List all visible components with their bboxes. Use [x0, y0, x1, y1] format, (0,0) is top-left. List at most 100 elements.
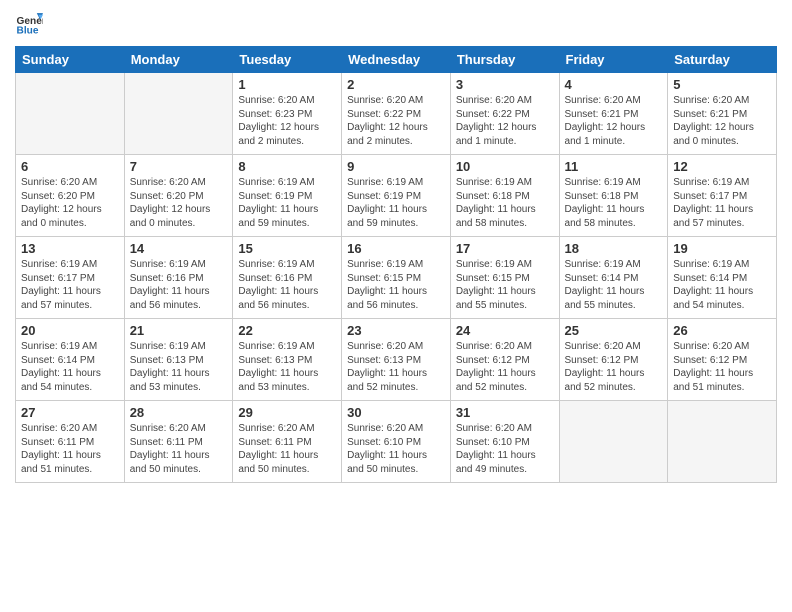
day-info: Sunrise: 6:19 AM Sunset: 6:15 PM Dayligh… — [456, 258, 554, 312]
day-number: 4 — [565, 77, 663, 92]
day-cell: 19Sunrise: 6:19 AM Sunset: 6:14 PM Dayli… — [668, 237, 777, 319]
day-number: 15 — [238, 241, 336, 256]
week-row-4: 20 Sunrise: 6:19 AM Sunset: 6:14 PM Dayli… — [16, 319, 777, 401]
day-info: Sunrise: 6:19 AM Sunset: 6:14 PM Dayligh… — [21, 340, 119, 394]
day-info: Sunrise: 6:20 AM Sunset: 6:12 PM Dayligh… — [565, 340, 663, 394]
day-info: Sunrise: 6:20 AM Sunset: 6:11 PM Dayligh… — [21, 422, 119, 476]
day-number: 19 — [673, 241, 771, 256]
week-row-5: 27Sunrise: 6:20 AM Sunset: 6:11 PM Dayli… — [16, 401, 777, 483]
day-info: Sunrise: 6:19 AM Sunset: 6:15 PM Dayligh… — [347, 258, 445, 312]
day-info: Sunrise: 6:19 AM Sunset: 6:16 PM Dayligh… — [238, 258, 336, 312]
day-cell — [124, 73, 233, 155]
weekday-header-row: SundayMondayTuesdayWednesdayThursdayFrid… — [16, 47, 777, 73]
weekday-saturday: Saturday — [668, 47, 777, 73]
day-info: Sunrise: 6:20 AM Sunset: 6:13 PM Dayligh… — [347, 340, 445, 394]
day-number: 18 — [565, 241, 663, 256]
day-info: Sunrise: 6:19 AM Sunset: 6:18 PM Dayligh… — [565, 176, 663, 230]
day-info: Sunrise: 6:20 AM Sunset: 6:11 PM Dayligh… — [130, 422, 228, 476]
day-cell: 15 Sunrise: 6:19 AM Sunset: 6:16 PM Dayli… — [233, 237, 342, 319]
day-cell: 4 Sunrise: 6:20 AM Sunset: 6:21 PM Daylig… — [559, 73, 668, 155]
day-cell: 30 Sunrise: 6:20 AM Sunset: 6:10 PM Dayli… — [342, 401, 451, 483]
day-info: Sunrise: 6:20 AM Sunset: 6:12 PM Dayligh… — [456, 340, 554, 394]
week-row-3: 13 Sunrise: 6:19 AM Sunset: 6:17 PM Dayli… — [16, 237, 777, 319]
day-cell: 27Sunrise: 6:20 AM Sunset: 6:11 PM Dayli… — [16, 401, 125, 483]
weekday-thursday: Thursday — [450, 47, 559, 73]
day-info: Sunrise: 6:20 AM Sunset: 6:12 PM Dayligh… — [673, 340, 771, 394]
day-cell: 2Sunrise: 6:20 AM Sunset: 6:22 PM Daylig… — [342, 73, 451, 155]
day-cell: 11 Sunrise: 6:19 AM Sunset: 6:18 PM Dayli… — [559, 155, 668, 237]
weekday-sunday: Sunday — [16, 47, 125, 73]
day-cell: 24 Sunrise: 6:20 AM Sunset: 6:12 PM Dayli… — [450, 319, 559, 401]
day-cell: 28 Sunrise: 6:20 AM Sunset: 6:11 PM Dayli… — [124, 401, 233, 483]
day-number: 16 — [347, 241, 445, 256]
day-number: 29 — [238, 405, 336, 420]
day-info: Sunrise: 6:20 AM Sunset: 6:20 PM Dayligh… — [21, 176, 119, 230]
day-info: Sunrise: 6:19 AM Sunset: 6:13 PM Dayligh… — [238, 340, 336, 394]
day-cell: 25Sunrise: 6:20 AM Sunset: 6:12 PM Dayli… — [559, 319, 668, 401]
day-number: 22 — [238, 323, 336, 338]
day-number: 31 — [456, 405, 554, 420]
day-number: 8 — [238, 159, 336, 174]
weekday-monday: Monday — [124, 47, 233, 73]
day-info: Sunrise: 6:19 AM Sunset: 6:13 PM Dayligh… — [130, 340, 228, 394]
calendar-body: 1Sunrise: 6:20 AM Sunset: 6:23 PM Daylig… — [16, 73, 777, 483]
weekday-tuesday: Tuesday — [233, 47, 342, 73]
day-info: Sunrise: 6:19 AM Sunset: 6:17 PM Dayligh… — [673, 176, 771, 230]
day-cell: 6 Sunrise: 6:20 AM Sunset: 6:20 PM Daylig… — [16, 155, 125, 237]
svg-text:Blue: Blue — [17, 25, 39, 36]
day-cell: 10 Sunrise: 6:19 AM Sunset: 6:18 PM Dayli… — [450, 155, 559, 237]
day-info: Sunrise: 6:20 AM Sunset: 6:11 PM Dayligh… — [238, 422, 336, 476]
day-number: 9 — [347, 159, 445, 174]
day-cell: 18Sunrise: 6:19 AM Sunset: 6:14 PM Dayli… — [559, 237, 668, 319]
day-info: Sunrise: 6:19 AM Sunset: 6:17 PM Dayligh… — [21, 258, 119, 312]
day-number: 24 — [456, 323, 554, 338]
day-number: 12 — [673, 159, 771, 174]
day-cell — [16, 73, 125, 155]
day-number: 14 — [130, 241, 228, 256]
weekday-wednesday: Wednesday — [342, 47, 451, 73]
day-cell: 31 Sunrise: 6:20 AM Sunset: 6:10 PM Dayli… — [450, 401, 559, 483]
day-number: 5 — [673, 77, 771, 92]
day-info: Sunrise: 6:19 AM Sunset: 6:18 PM Dayligh… — [456, 176, 554, 230]
day-cell: 23 Sunrise: 6:20 AM Sunset: 6:13 PM Dayli… — [342, 319, 451, 401]
day-number: 26 — [673, 323, 771, 338]
day-info: Sunrise: 6:19 AM Sunset: 6:19 PM Dayligh… — [347, 176, 445, 230]
day-cell: 12 Sunrise: 6:19 AM Sunset: 6:17 PM Dayli… — [668, 155, 777, 237]
day-cell: 20 Sunrise: 6:19 AM Sunset: 6:14 PM Dayli… — [16, 319, 125, 401]
logo: General Blue — [15, 10, 47, 38]
day-cell: 26 Sunrise: 6:20 AM Sunset: 6:12 PM Dayli… — [668, 319, 777, 401]
day-info: Sunrise: 6:20 AM Sunset: 6:22 PM Dayligh… — [456, 94, 554, 148]
day-number: 3 — [456, 77, 554, 92]
day-info: Sunrise: 6:19 AM Sunset: 6:19 PM Dayligh… — [238, 176, 336, 230]
day-info: Sunrise: 6:20 AM Sunset: 6:23 PM Dayligh… — [238, 94, 336, 148]
day-number: 30 — [347, 405, 445, 420]
calendar-table: SundayMondayTuesdayWednesdayThursdayFrid… — [15, 46, 777, 483]
day-cell: 21 Sunrise: 6:19 AM Sunset: 6:13 PM Dayli… — [124, 319, 233, 401]
week-row-1: 1Sunrise: 6:20 AM Sunset: 6:23 PM Daylig… — [16, 73, 777, 155]
day-info: Sunrise: 6:20 AM Sunset: 6:10 PM Dayligh… — [347, 422, 445, 476]
day-number: 28 — [130, 405, 228, 420]
day-info: Sunrise: 6:20 AM Sunset: 6:21 PM Dayligh… — [565, 94, 663, 148]
day-cell: 14 Sunrise: 6:19 AM Sunset: 6:16 PM Dayli… — [124, 237, 233, 319]
day-number: 7 — [130, 159, 228, 174]
day-cell: 8 Sunrise: 6:19 AM Sunset: 6:19 PM Daylig… — [233, 155, 342, 237]
day-number: 11 — [565, 159, 663, 174]
day-number: 17 — [456, 241, 554, 256]
day-cell: 22 Sunrise: 6:19 AM Sunset: 6:13 PM Dayli… — [233, 319, 342, 401]
day-number: 13 — [21, 241, 119, 256]
day-info: Sunrise: 6:20 AM Sunset: 6:10 PM Dayligh… — [456, 422, 554, 476]
day-info: Sunrise: 6:19 AM Sunset: 6:16 PM Dayligh… — [130, 258, 228, 312]
weekday-friday: Friday — [559, 47, 668, 73]
day-number: 20 — [21, 323, 119, 338]
day-cell: 16 Sunrise: 6:19 AM Sunset: 6:15 PM Dayli… — [342, 237, 451, 319]
day-cell: 29 Sunrise: 6:20 AM Sunset: 6:11 PM Dayli… — [233, 401, 342, 483]
day-cell: 17 Sunrise: 6:19 AM Sunset: 6:15 PM Dayli… — [450, 237, 559, 319]
day-cell: 5 Sunrise: 6:20 AM Sunset: 6:21 PM Daylig… — [668, 73, 777, 155]
day-number: 10 — [456, 159, 554, 174]
day-number: 21 — [130, 323, 228, 338]
day-cell: 13 Sunrise: 6:19 AM Sunset: 6:17 PM Dayli… — [16, 237, 125, 319]
day-info: Sunrise: 6:20 AM Sunset: 6:21 PM Dayligh… — [673, 94, 771, 148]
day-cell: 9 Sunrise: 6:19 AM Sunset: 6:19 PM Daylig… — [342, 155, 451, 237]
day-number: 23 — [347, 323, 445, 338]
day-number: 6 — [21, 159, 119, 174]
